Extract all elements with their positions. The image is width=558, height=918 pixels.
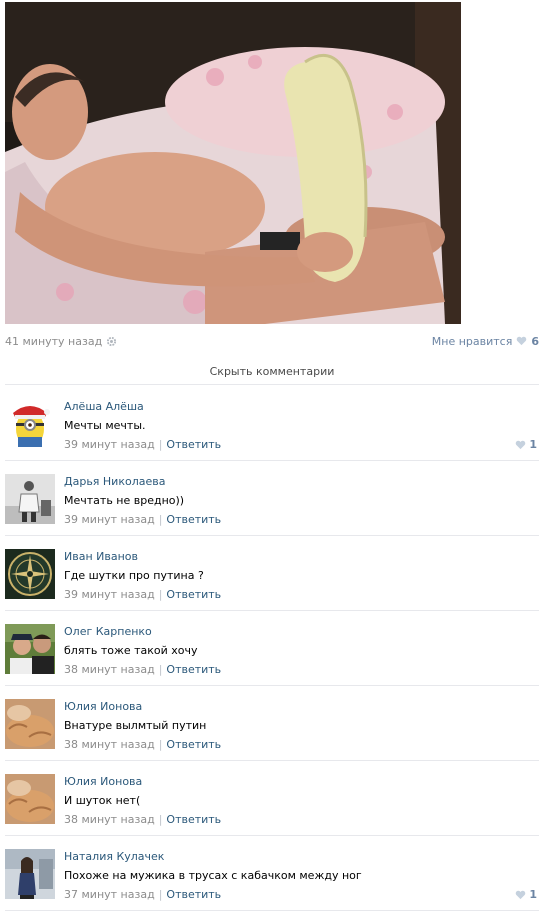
comment-time[interactable]: 39 минут назад bbox=[64, 588, 155, 601]
avatar-compass-badge bbox=[5, 549, 55, 599]
heart-icon bbox=[517, 336, 527, 346]
comment-like-button[interactable]: 1 bbox=[515, 888, 537, 901]
photo-image bbox=[5, 2, 461, 324]
hide-comments-link[interactable]: Скрыть комментарии bbox=[5, 358, 539, 385]
post-time-text: 41 минуту назад bbox=[5, 334, 103, 348]
avatar-cat bbox=[5, 699, 55, 749]
comment-author[interactable]: Наталия Кулачек bbox=[64, 850, 164, 863]
avatar-photo-bw bbox=[5, 474, 55, 524]
post-meta: 41 минуту назад Мне нравится 6 bbox=[5, 334, 539, 348]
post-photo[interactable] bbox=[5, 2, 461, 324]
gear-icon[interactable] bbox=[106, 336, 117, 347]
comment-item: Юлия Ионова Внатуре вылмтый путин 38 мин… bbox=[5, 686, 539, 761]
comment-time[interactable]: 39 минут назад bbox=[64, 438, 155, 451]
reply-link[interactable]: Ответить bbox=[166, 663, 221, 676]
avatar-minion bbox=[5, 399, 55, 449]
comment-like-count: 1 bbox=[529, 438, 537, 451]
comment-text: Похоже на мужика в трусах с кабачком меж… bbox=[64, 869, 362, 882]
comment-footer: 38 минут назад | Ответить bbox=[64, 663, 221, 676]
heart-icon bbox=[516, 890, 526, 899]
comment-item: Иван Иванов Где шутки про путина ? 39 ми… bbox=[5, 536, 539, 611]
reply-link[interactable]: Ответить bbox=[166, 738, 221, 751]
comment-time[interactable]: 38 минут назад bbox=[64, 663, 155, 676]
reply-link[interactable]: Ответить bbox=[166, 588, 221, 601]
comment-text: Мечтать не вредно)) bbox=[64, 494, 185, 507]
post-like-label: Мне нравится bbox=[431, 334, 513, 348]
comment-footer: 39 минут назад | Ответить bbox=[64, 513, 221, 526]
comment-footer: 38 минут назад | Ответить bbox=[64, 738, 221, 751]
comment-separator: | bbox=[158, 588, 163, 601]
avatar[interactable] bbox=[5, 474, 55, 524]
comment-text: Внатуре вылмтый путин bbox=[64, 719, 207, 732]
comment-author[interactable]: Юлия Ионова bbox=[64, 700, 142, 713]
comment-time[interactable]: 38 минут назад bbox=[64, 813, 155, 826]
comment-text: блять тоже такой хочу bbox=[64, 644, 198, 657]
comment-separator: | bbox=[158, 438, 163, 451]
avatar-cat bbox=[5, 774, 55, 824]
comment-time[interactable]: 39 минут назад bbox=[64, 513, 155, 526]
comment-text: Мечты мечты. bbox=[64, 419, 146, 432]
heart-icon bbox=[516, 440, 526, 449]
comment-item: Олег Карпенко блять тоже такой хочу 38 м… bbox=[5, 611, 539, 686]
comment-list: Алёша Алёша Мечты мечты. 39 минут назад … bbox=[5, 386, 539, 911]
comment-footer: 39 минут назад | Ответить bbox=[64, 438, 221, 451]
reply-link[interactable]: Ответить bbox=[166, 438, 221, 451]
avatar[interactable] bbox=[5, 699, 55, 749]
avatar[interactable] bbox=[5, 549, 55, 599]
comment-separator: | bbox=[158, 888, 163, 901]
reply-link[interactable]: Ответить bbox=[166, 813, 221, 826]
comment-author[interactable]: Дарья Николаева bbox=[64, 475, 165, 488]
reply-link[interactable]: Ответить bbox=[166, 513, 221, 526]
comment-footer: 37 минут назад | Ответить bbox=[64, 888, 221, 901]
avatar[interactable] bbox=[5, 774, 55, 824]
reply-link[interactable]: Ответить bbox=[166, 888, 221, 901]
post-like-button[interactable]: Мне нравится 6 bbox=[432, 335, 539, 348]
comment-separator: | bbox=[158, 813, 163, 826]
avatar-woman bbox=[5, 849, 55, 899]
avatar[interactable] bbox=[5, 849, 55, 899]
comment-text: И шуток нет( bbox=[64, 794, 141, 807]
comment-time[interactable]: 38 минут назад bbox=[64, 738, 155, 751]
comment-like-count: 1 bbox=[529, 888, 537, 901]
comment-time[interactable]: 37 минут назад bbox=[64, 888, 155, 901]
avatar[interactable] bbox=[5, 399, 55, 449]
avatar-two-men bbox=[5, 624, 55, 674]
comment-author[interactable]: Олег Карпенко bbox=[64, 625, 152, 638]
comment-author[interactable]: Алёша Алёша bbox=[64, 400, 144, 413]
comment-footer: 39 минут назад | Ответить bbox=[64, 588, 221, 601]
comment-like-button[interactable]: 1 bbox=[515, 438, 537, 451]
comment-footer: 38 минут назад | Ответить bbox=[64, 813, 221, 826]
avatar[interactable] bbox=[5, 624, 55, 674]
comment-item: Алёша Алёша Мечты мечты. 39 минут назад … bbox=[5, 386, 539, 461]
comment-author[interactable]: Иван Иванов bbox=[64, 550, 138, 563]
comment-item: Дарья Николаева Мечтать не вредно)) 39 м… bbox=[5, 461, 539, 536]
post-like-count: 6 bbox=[531, 334, 539, 348]
post-time[interactable]: 41 минуту назад bbox=[5, 335, 117, 348]
comment-separator: | bbox=[158, 663, 163, 676]
comment-separator: | bbox=[158, 513, 163, 526]
comment-separator: | bbox=[158, 738, 163, 751]
comment-author[interactable]: Юлия Ионова bbox=[64, 775, 142, 788]
comment-text: Где шутки про путина ? bbox=[64, 569, 204, 582]
comment-item: Юлия Ионова И шуток нет( 38 минут назад … bbox=[5, 761, 539, 836]
comment-item: Наталия Кулачек Похоже на мужика в труса… bbox=[5, 836, 539, 911]
